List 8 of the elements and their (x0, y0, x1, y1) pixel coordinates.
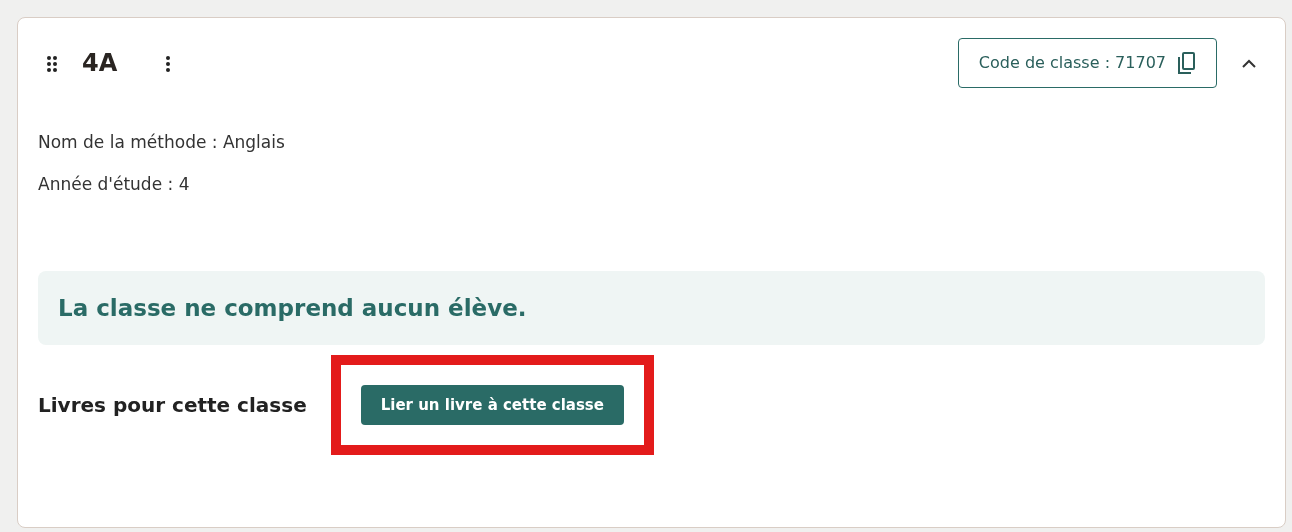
section-heading: Livres pour cette classe (38, 392, 307, 419)
link-book-button[interactable]: Lier un livre à cette classe (360, 385, 624, 425)
detail-text: Nom de la méthode : Anglais (38, 131, 286, 154)
class-title: 4A (82, 48, 118, 79)
detail-text: Année d'étude : 4 (38, 172, 191, 196)
class-code-button[interactable]: Code de classe : 71707 (957, 38, 1217, 88)
alert-text: La classe ne comprend aucun élève. (58, 293, 527, 323)
copy-icon (1176, 51, 1196, 75)
